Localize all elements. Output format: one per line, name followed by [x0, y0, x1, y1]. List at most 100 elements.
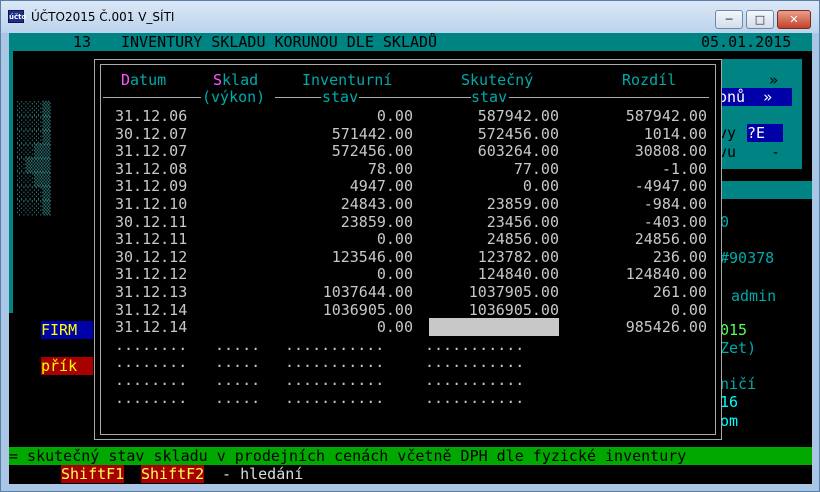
- cell-skutecny: 572456.00: [477, 124, 559, 143]
- bg-text-r3b: ?E: [747, 124, 783, 142]
- cell-skutecny: 24856.00: [486, 230, 559, 249]
- col-sklad-header[interactable]: Sklad: [213, 71, 258, 89]
- bg-text-r7: admin: [731, 287, 777, 305]
- cell-date: 31.12.14: [115, 318, 188, 337]
- cell-date: 31.12.14: [115, 300, 188, 319]
- minimize-button[interactable]: ─: [715, 10, 743, 29]
- cell-inventurni: 0.00: [376, 318, 413, 337]
- cell-date: 31.12.08: [115, 159, 188, 178]
- cell-skutecny: 77.00: [513, 159, 559, 178]
- col-skutecny-sub: stav: [471, 88, 508, 106]
- prik-label: přík: [41, 357, 93, 375]
- cell-date: ........: [115, 371, 188, 389]
- header-rule: [103, 97, 201, 98]
- cell-rozdil: 124840.00: [625, 265, 707, 284]
- cell-rozdil: 985426.00: [625, 318, 707, 337]
- cell-date: 30.12.07: [115, 124, 188, 143]
- footer-description: - hledání: [213, 465, 304, 483]
- cell-skutecny: 1036905.00: [468, 300, 559, 319]
- cell-inventurni: 1036905.00: [322, 300, 413, 319]
- cell-inventurni: 0.00: [376, 265, 413, 284]
- cell-skutecny: 23456.00: [486, 212, 559, 231]
- cell-rozdil: 261.00: [652, 283, 707, 301]
- app-icon[interactable]: účto: [8, 10, 26, 23]
- header-rule: [359, 97, 471, 98]
- header-rule: [509, 97, 709, 98]
- cell-date: ........: [115, 353, 188, 372]
- console-screen: 13 INVENTURY SKLADU KORUNOU DLE SKLADŮ 0…: [9, 33, 812, 484]
- window-title: ÚČTO2015 Č.001 V_SÍTI: [31, 10, 175, 24]
- cell-skutecny: 603264.00: [477, 142, 559, 161]
- col-inventurni-header[interactable]: Inventurní: [302, 71, 392, 89]
- cell-inventurni: 123546.00: [331, 247, 413, 266]
- cell-skutecny: 0.00: [522, 177, 559, 196]
- cell-inventurni: ...........: [285, 335, 385, 354]
- cell-date: 31.12.06: [115, 107, 188, 125]
- col-sklad-sub: (výkon): [202, 88, 266, 106]
- bg-text-r6: #90378: [720, 249, 775, 267]
- cell-skutecny: 587942.00: [477, 107, 559, 125]
- header-number: 13: [73, 33, 92, 51]
- cell-skutecny: 1037905.00: [468, 283, 559, 301]
- status-bar: = skutečný stav skladu v prodejních cená…: [9, 447, 812, 465]
- col-rozdil-header[interactable]: Rozdíl: [622, 71, 676, 89]
- cell-rozdil: 236.00: [652, 247, 707, 266]
- firm-label: FIRM: [41, 321, 93, 339]
- cell-rozdil: -984.00: [643, 195, 707, 213]
- shift-f1-key[interactable]: ShiftF1: [61, 465, 125, 483]
- left-edge-pattern: [9, 51, 13, 313]
- bg-text-r2: onů »: [718, 88, 792, 106]
- bg-text-r11: 16: [720, 393, 739, 411]
- col-inventurni-sub: stav: [322, 88, 359, 106]
- bg-text-r8: 015: [720, 321, 748, 339]
- cell-rozdil: 30808.00: [634, 142, 707, 161]
- shift-f2-key[interactable]: ShiftF2: [141, 465, 205, 483]
- cell-skutecny: 124840.00: [477, 265, 559, 284]
- cell-inventurni: ...........: [285, 353, 385, 372]
- cell-rozdil: -403.00: [643, 212, 707, 231]
- cell-date: 31.12.09: [115, 177, 188, 196]
- cell-skutecny: 123782.00: [477, 247, 559, 266]
- cell-rozdil: 1014.00: [643, 124, 707, 143]
- cell-date: 30.12.12: [115, 247, 188, 266]
- bg-text-r1: »: [769, 71, 779, 89]
- cell-sklad: .....: [215, 353, 261, 372]
- cell-inventurni: 571442.00: [331, 124, 413, 143]
- cell-date: ........: [115, 388, 188, 407]
- cell-inventurni: 0.00: [376, 107, 413, 125]
- cell-date: ........: [115, 335, 188, 354]
- bg-text-r9: Zet): [720, 339, 757, 357]
- header-title: INVENTURY SKLADU KORUNOU DLE SKLADŮ: [121, 33, 438, 51]
- title-bar[interactable]: účto ÚČTO2015 Č.001 V_SÍTI ─ □ ✕: [1, 1, 819, 33]
- cell-rozdil: 587942.00: [625, 107, 707, 125]
- col-datum-header[interactable]: Datum: [121, 71, 166, 89]
- cell-inventurni: 0.00: [376, 230, 413, 249]
- cell-rozdil: 0.00: [670, 300, 707, 319]
- close-button[interactable]: ✕: [777, 10, 811, 29]
- cell-inventurni: 78.00: [367, 159, 413, 178]
- dither-pattern: ░░░▒ ░░░▒ ░░░▒ ░░▒▒ ░▒▒▒ ░░▒▒ ░░░▒ ░░░▒: [17, 102, 51, 216]
- cell-sklad: .....: [215, 371, 261, 389]
- right-strip: [722, 181, 812, 199]
- inventory-popup: Datum Sklad (výkon) Inventurní stav Skut…: [94, 59, 722, 440]
- cell-skutecny: ...........: [425, 335, 525, 354]
- cell-date: 31.12.11: [115, 230, 188, 249]
- col-skutecny-header[interactable]: Skutečný: [461, 71, 533, 89]
- cell-rozdil: -1.00: [661, 159, 707, 178]
- cell-sklad: .....: [215, 335, 261, 354]
- cell-skutecny: 985426.00: [429, 318, 559, 337]
- cell-date: 30.12.11: [115, 212, 188, 231]
- cell-skutecny: ...........: [425, 371, 525, 389]
- cell-inventurni: 23859.00: [340, 212, 413, 231]
- cell-rozdil: -4947.00: [634, 177, 707, 196]
- cell-inventurni: 572456.00: [331, 142, 413, 161]
- cell-inventurni: ...........: [285, 371, 385, 389]
- bg-text-r12: om: [720, 412, 739, 430]
- application-window: účto ÚČTO2015 Č.001 V_SÍTI ─ □ ✕ 13 INVE…: [0, 0, 820, 492]
- cell-rozdil: 24856.00: [634, 230, 707, 249]
- cell-skutecny: 23859.00: [486, 195, 559, 213]
- maximize-button[interactable]: □: [746, 10, 774, 29]
- cell-date: 31.12.13: [115, 283, 188, 301]
- cell-sklad: .....: [215, 388, 261, 407]
- bg-text-r4b: -: [771, 143, 781, 161]
